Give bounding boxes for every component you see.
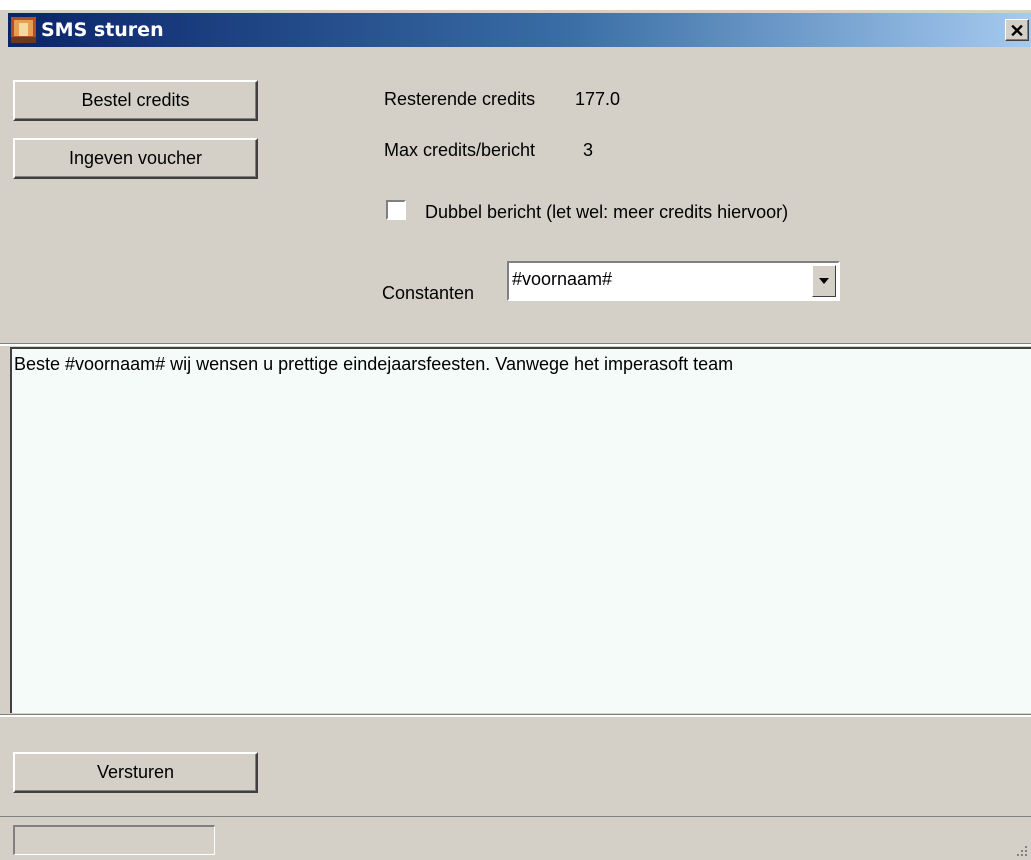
enter-voucher-button[interactable]: Ingeven voucher: [13, 138, 258, 179]
resize-grip-icon[interactable]: [1013, 842, 1029, 858]
title-bar[interactable]: SMS sturen ✕: [8, 13, 1031, 47]
sms-dialog: SMS sturen ✕ Bestel credits Ingeven vouc…: [0, 0, 1031, 859]
status-panel: [13, 825, 215, 855]
status-bar: [0, 816, 1031, 860]
dropdown-arrow-button[interactable]: [812, 265, 836, 297]
top-strip: [0, 0, 1031, 10]
remaining-credits-value: 177.0: [575, 89, 621, 109]
close-icon: ✕: [1009, 21, 1025, 41]
max-credits-value: 3: [583, 140, 594, 160]
separator-top: [0, 343, 1031, 346]
double-message-checkbox[interactable]: [386, 200, 406, 220]
send-button[interactable]: Versturen: [13, 752, 258, 793]
constants-selected-value: #voornaam#: [512, 269, 613, 289]
order-credits-button[interactable]: Bestel credits: [13, 80, 258, 121]
double-message-label[interactable]: Dubbel bericht (let wel: meer credits hi…: [425, 202, 788, 223]
message-textarea[interactable]: Beste #voornaam# wij wensen u prettige e…: [10, 347, 1031, 713]
chevron-down-icon: [819, 278, 829, 284]
constants-dropdown[interactable]: #voornaam#: [507, 261, 840, 301]
separator-bottom: [0, 714, 1031, 717]
app-icon: [11, 17, 36, 43]
remaining-credits-label: Resterende credits: [384, 89, 536, 109]
max-credits-label: Max credits/bericht: [384, 140, 536, 160]
constants-label: Constanten: [382, 283, 475, 303]
close-button[interactable]: ✕: [1005, 19, 1029, 41]
window-title: SMS sturen: [41, 19, 164, 41]
